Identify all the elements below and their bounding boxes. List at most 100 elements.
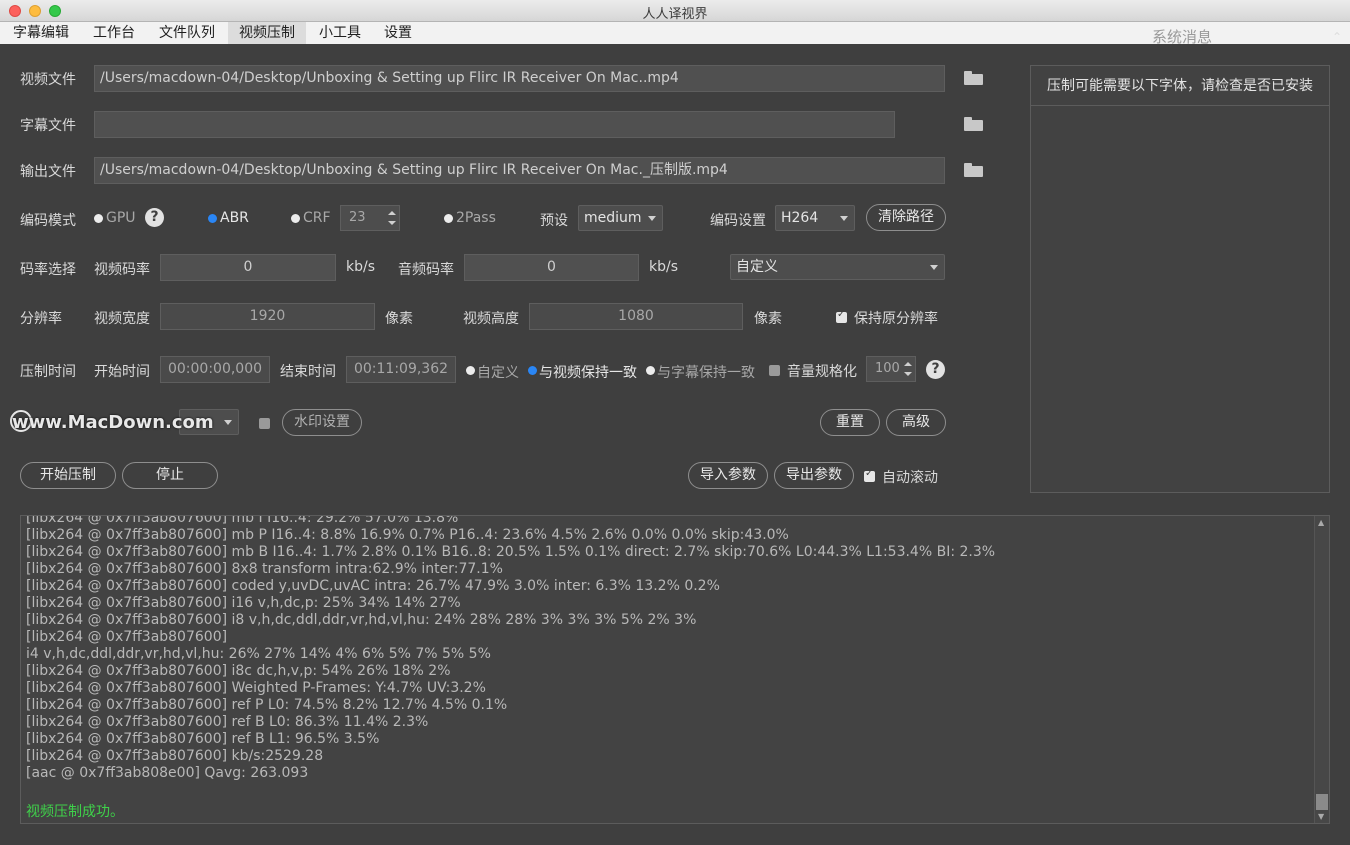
video-bitrate-input[interactable]: 0 bbox=[160, 254, 336, 281]
codec-label: 编码设置 bbox=[710, 213, 766, 229]
encode-log[interactable]: [libx264 @ 0x7ff3ab807600] mb I I16..4: … bbox=[20, 515, 1330, 824]
audio-bitrate-unit: kb/s bbox=[649, 259, 679, 275]
normalize-volume-label[interactable]: 音量规格化 bbox=[787, 361, 857, 381]
end-time-label: 结束时间 bbox=[280, 364, 336, 380]
export-params-button[interactable]: 导出参数 bbox=[774, 462, 854, 489]
height-label: 视频高度 bbox=[463, 311, 519, 327]
help-icon[interactable]: ? bbox=[926, 360, 945, 379]
bitrate-preset-value: 自定义 bbox=[736, 259, 778, 275]
log-line: [libx264 @ 0x7ff3ab807600] ref P L0: 74.… bbox=[26, 697, 508, 713]
codec-select[interactable]: H264 bbox=[775, 205, 855, 231]
menu-settings[interactable]: 设置 bbox=[376, 22, 420, 44]
stepper-arrows-icon[interactable] bbox=[904, 360, 912, 378]
menu-workbench[interactable]: 工作台 bbox=[84, 22, 144, 44]
log-line: i4 v,h,dc,ddl,ddr,vr,hd,vl,hu: 26% 27% 1… bbox=[26, 646, 491, 662]
crf-radio[interactable] bbox=[291, 214, 300, 223]
folder-open-icon[interactable] bbox=[964, 71, 984, 85]
height-input[interactable]: 1080 bbox=[529, 303, 743, 330]
subtitle-file-label: 字幕文件 bbox=[20, 118, 76, 134]
scroll-up-icon[interactable]: ▲ bbox=[1318, 518, 1324, 527]
collapse-chevron-icon[interactable]: ⌃ bbox=[1332, 30, 1342, 44]
video-file-label: 视频文件 bbox=[20, 72, 76, 88]
stepper-arrows-icon[interactable] bbox=[388, 209, 396, 227]
log-line: [libx264 @ 0x7ff3ab807600] mb P I16..4: … bbox=[26, 527, 789, 543]
keep-resolution-checkbox[interactable] bbox=[836, 309, 847, 323]
encode-mode-label: 编码模式 bbox=[20, 213, 76, 229]
system-messages-panel: 压制可能需要以下字体，请检查是否已安装 bbox=[1030, 65, 1330, 493]
resolution-label: 分辨率 bbox=[20, 311, 62, 327]
width-input[interactable]: 1920 bbox=[160, 303, 375, 330]
gpu-radio-label[interactable]: GPU bbox=[106, 210, 136, 226]
scroll-thumb[interactable] bbox=[1316, 794, 1328, 810]
window-title: 人人译视界 bbox=[642, 7, 708, 22]
log-line: [libx264 @ 0x7ff3ab807600] mb B I16..4: … bbox=[26, 544, 996, 560]
abr-radio[interactable] bbox=[208, 214, 217, 223]
time-match-subtitle-radio[interactable] bbox=[646, 366, 655, 375]
preset-select[interactable]: medium bbox=[578, 205, 663, 231]
video-file-input[interactable]: /Users/macdown-04/Desktop/Unboxing & Set… bbox=[94, 65, 945, 92]
start-encode-button[interactable]: 开始压制 bbox=[20, 462, 116, 489]
normalize-spinner[interactable]: 100 bbox=[866, 356, 916, 382]
crf-radio-label[interactable]: CRF bbox=[303, 210, 331, 226]
menu-bar: 字幕编辑 工作台 文件队列 视频压制 小工具 设置 bbox=[0, 22, 1350, 44]
bitrate-label: 码率选择 bbox=[20, 262, 76, 278]
auto-scroll-label[interactable]: 自动滚动 bbox=[882, 467, 938, 487]
log-line: [libx264 @ 0x7ff3ab807600] coded y,uvDC,… bbox=[26, 578, 720, 594]
end-time-input[interactable]: 00:11:09,362 bbox=[346, 356, 456, 383]
chevron-down-icon bbox=[648, 216, 656, 221]
output-file-input[interactable]: /Users/macdown-04/Desktop/Unboxing & Set… bbox=[94, 157, 945, 184]
normalize-volume-checkbox[interactable] bbox=[769, 365, 780, 376]
keep-resolution-label[interactable]: 保持原分辨率 bbox=[854, 308, 938, 328]
auto-scroll-checkbox[interactable] bbox=[864, 468, 875, 482]
log-line: [libx264 @ 0x7ff3ab807600] ref B L0: 86.… bbox=[26, 714, 429, 730]
bitrate-preset-select[interactable]: 自定义 bbox=[730, 254, 945, 280]
time-match-subtitle-label[interactable]: 与字幕保持一致 bbox=[657, 362, 755, 382]
reset-button[interactable]: 重置 bbox=[820, 409, 880, 436]
import-params-button[interactable]: 导入参数 bbox=[688, 462, 768, 489]
help-icon[interactable]: ? bbox=[145, 208, 164, 227]
folder-open-icon[interactable] bbox=[964, 163, 984, 177]
start-time-label: 开始时间 bbox=[94, 364, 150, 380]
audio-bitrate-label: 音频码率 bbox=[398, 262, 454, 278]
stop-button[interactable]: 停止 bbox=[122, 462, 218, 489]
menu-tools[interactable]: 小工具 bbox=[311, 22, 369, 44]
log-line: [aac @ 0x7ff3ab808e00] Qavg: 263.093 bbox=[26, 765, 309, 781]
time-custom-radio[interactable] bbox=[466, 366, 475, 375]
time-match-video-radio[interactable] bbox=[528, 366, 537, 375]
menu-subtitle-edit[interactable]: 字幕编辑 bbox=[4, 22, 78, 44]
2pass-radio[interactable] bbox=[444, 214, 453, 223]
time-custom-label[interactable]: 自定义 bbox=[477, 362, 519, 382]
start-time-input[interactable]: 00:00:00,000 bbox=[160, 356, 270, 383]
normalize-value: 100 bbox=[875, 361, 900, 376]
watermark-settings-button[interactable]: 水印设置 bbox=[282, 409, 362, 436]
system-messages-label: 系统消息 bbox=[1152, 28, 1213, 46]
width-label: 视频宽度 bbox=[94, 311, 150, 327]
chevron-down-icon bbox=[840, 216, 848, 221]
subtitle-file-input[interactable] bbox=[94, 111, 895, 138]
watermark-overlay-text: www.MacDown.com bbox=[12, 412, 214, 433]
encode-time-label: 压制时间 bbox=[20, 364, 76, 380]
window-titlebar: 人人译视界 bbox=[0, 0, 1350, 22]
gpu-radio[interactable] bbox=[94, 214, 103, 223]
abr-radio-label[interactable]: ABR bbox=[220, 210, 249, 226]
audio-bitrate-input[interactable]: 0 bbox=[464, 254, 639, 281]
log-line: [libx264 @ 0x7ff3ab807600] i8c dc,h,v,p:… bbox=[26, 663, 451, 679]
scroll-down-icon[interactable]: ▼ bbox=[1318, 812, 1324, 821]
log-scrollbar[interactable]: ▲ ▼ bbox=[1314, 516, 1329, 823]
advanced-button[interactable]: 高级 bbox=[886, 409, 946, 436]
font-notice-header: 压制可能需要以下字体，请检查是否已安装 bbox=[1031, 66, 1329, 106]
log-line: [libx264 @ 0x7ff3ab807600] i8 v,h,dc,ddl… bbox=[26, 612, 697, 628]
clear-path-button[interactable]: 清除路径 bbox=[866, 204, 946, 231]
chevron-down-icon bbox=[930, 265, 938, 270]
time-match-video-label[interactable]: 与视频保持一致 bbox=[539, 362, 637, 382]
2pass-radio-label[interactable]: 2Pass bbox=[456, 210, 496, 226]
menu-file-queue[interactable]: 文件队列 bbox=[150, 22, 224, 44]
codec-value: H264 bbox=[781, 210, 819, 226]
crf-value: 23 bbox=[349, 210, 366, 225]
menu-video-encode[interactable]: 视频压制 bbox=[228, 22, 306, 44]
log-line: [libx264 @ 0x7ff3ab807600] kb/s:2529.28 bbox=[26, 748, 324, 764]
log-line: [libx264 @ 0x7ff3ab807600] bbox=[26, 629, 228, 645]
watermark-checkbox[interactable] bbox=[259, 418, 270, 429]
crf-spinner[interactable]: 23 bbox=[340, 205, 400, 231]
folder-open-icon[interactable] bbox=[964, 117, 984, 131]
